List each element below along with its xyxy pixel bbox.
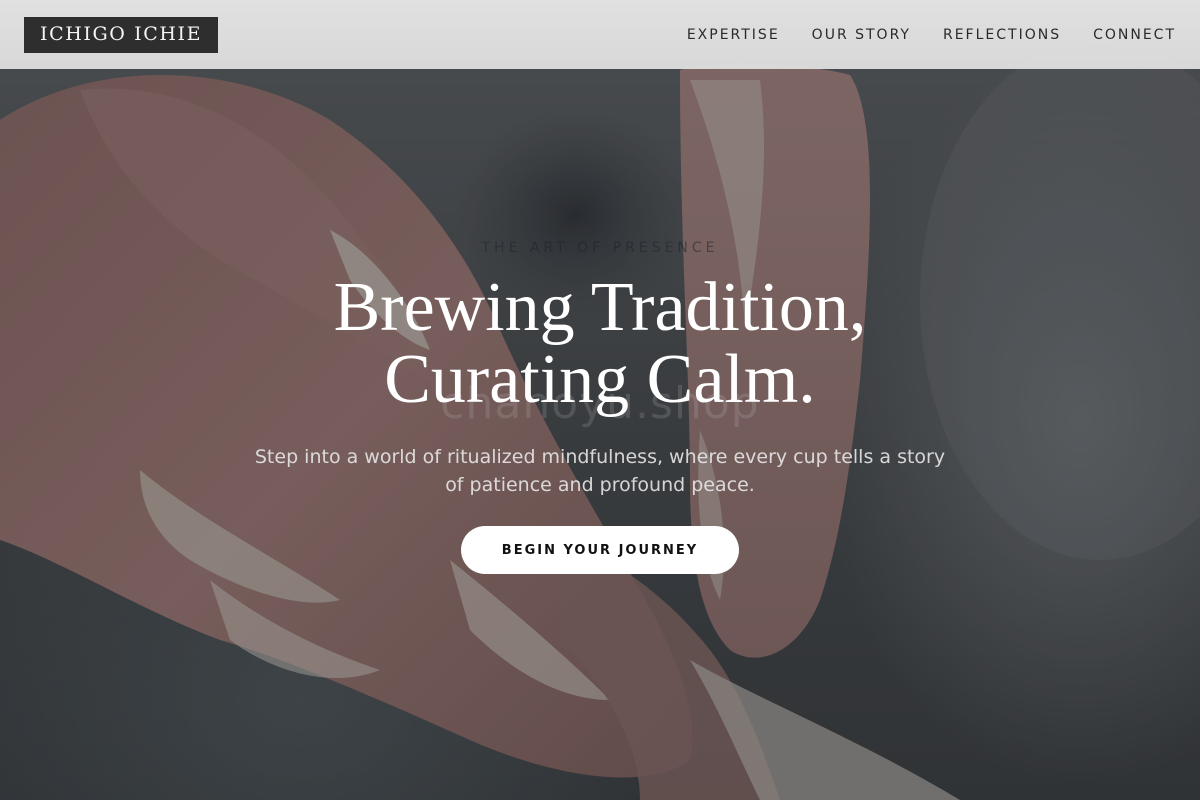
hero-headline-line-2: Curating Calm.: [384, 341, 816, 418]
hero-section: THE ART OF PRESENCE chanoyu.shop Brewing…: [0, 0, 1200, 800]
begin-journey-button[interactable]: BEGIN YOUR JOURNEY: [461, 526, 739, 574]
hero-headline: Brewing Tradition, Curating Calm.: [0, 272, 1200, 416]
begin-journey-button-label: BEGIN YOUR JOURNEY: [501, 542, 699, 558]
hero-eyebrow-text: THE ART OF PRESENCE: [481, 240, 719, 256]
hero-headline-line-1: Brewing Tradition,: [333, 269, 867, 346]
hero-subtitle: Step into a world of ritualized mindfuln…: [254, 446, 946, 496]
